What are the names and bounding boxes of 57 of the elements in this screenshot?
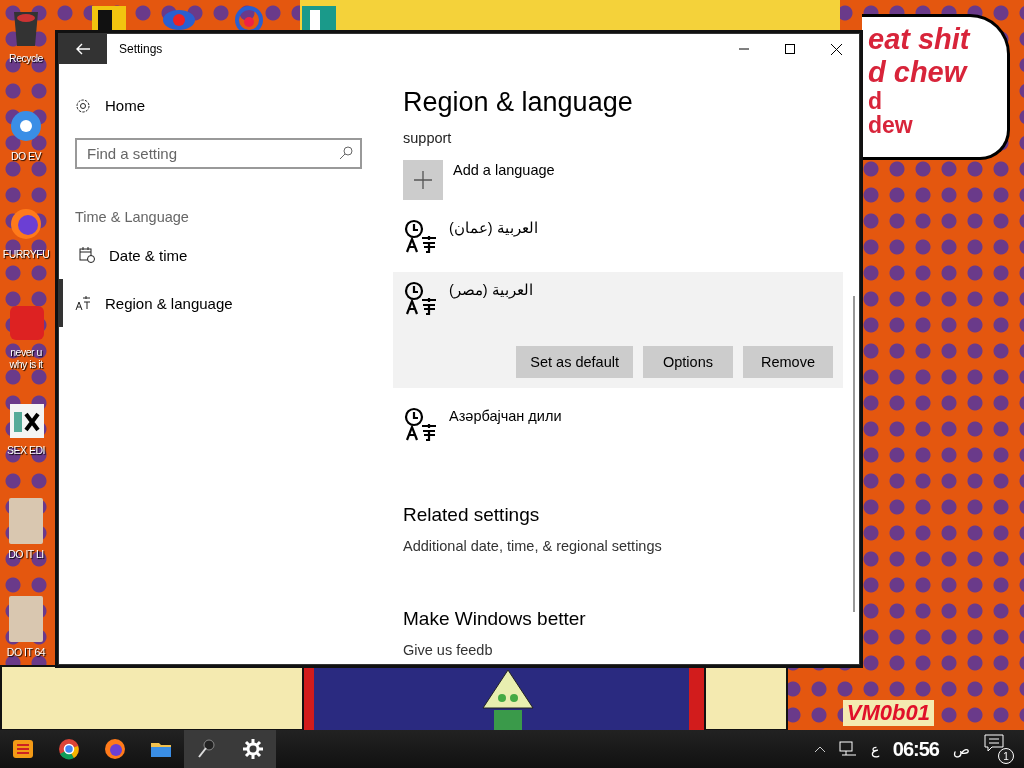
section-label: Time & Language — [75, 209, 190, 225]
scrollbar-thumb[interactable] — [853, 296, 855, 612]
bubble-text: d chew — [868, 56, 969, 89]
back-arrow-icon — [76, 43, 90, 55]
window-title: Settings — [119, 42, 164, 56]
plus-icon — [414, 171, 432, 189]
icon-label[interactable]: DO IT 64 — [6, 646, 46, 659]
language-clock-icon — [403, 406, 439, 442]
bubble-text: eat shit — [868, 23, 972, 56]
add-language-button[interactable]: Add a language — [403, 160, 833, 200]
nav-item[interactable]: Date & time — [59, 231, 381, 279]
taskbar-button[interactable] — [230, 730, 276, 768]
search-field[interactable]: Find a setting — [75, 138, 362, 169]
language-action-button[interactable]: Set as default — [516, 346, 633, 378]
notification-button[interactable]: 1 — [984, 734, 1014, 764]
icon-label[interactable]: DO EV — [10, 150, 42, 163]
search-icon[interactable] — [339, 146, 353, 160]
network-icon[interactable] — [838, 741, 857, 757]
notification-count: 1 — [998, 748, 1014, 764]
caret-icon[interactable] — [814, 746, 825, 752]
language-name: العربية (عمان) — [449, 220, 538, 236]
browser-icon[interactable] — [57, 737, 81, 761]
wallpaper-text: VM0b01 — [842, 700, 934, 726]
language-clock-icon — [403, 280, 439, 316]
language-name: Азәрбајчан дили — [449, 408, 562, 424]
page-heading: Region & language — [403, 86, 634, 118]
home-nav-item[interactable]: Home — [75, 97, 381, 114]
language-clock-icon — [403, 218, 439, 254]
icon-label[interactable]: never u why is it — [9, 346, 43, 371]
language-action-button[interactable]: Options — [643, 346, 733, 378]
clock-time[interactable]: 06:56 — [892, 737, 939, 761]
language-icon — [75, 295, 91, 311]
icon-label[interactable]: FURRYFU — [2, 248, 50, 261]
section-heading: Related settings — [403, 504, 541, 526]
maximize-icon — [785, 44, 795, 54]
close-icon — [830, 43, 842, 55]
bubble-text: dew — [868, 113, 914, 137]
language-name: العربية (مصر) — [449, 282, 533, 298]
feedback-link[interactable]: Give us feedb — [403, 642, 493, 658]
language-action-button[interactable]: Remove — [743, 346, 833, 378]
input-indicator[interactable]: ع — [870, 741, 879, 757]
settings-link[interactable]: Additional date, time, & regional settings — [403, 538, 662, 554]
calendar-icon — [79, 247, 95, 263]
settings-icon[interactable] — [241, 737, 265, 761]
nav-item[interactable]: Region & language — [59, 279, 381, 327]
bubble-text: d — [868, 89, 884, 113]
language-item[interactable]: العربية (عمان) — [393, 210, 843, 262]
icon-label[interactable]: Recycle — [9, 52, 43, 65]
clock-period[interactable]: ص — [953, 741, 970, 757]
message-icon — [984, 734, 1004, 752]
start-icon[interactable] — [11, 737, 35, 761]
back-button[interactable] — [59, 34, 107, 64]
section-heading: Make Windows better — [403, 608, 587, 630]
browser-icon[interactable] — [103, 737, 127, 761]
language-item[interactable]: Азәрбајчан дили — [393, 398, 843, 450]
description-text: support — [403, 130, 453, 146]
gear-icon — [75, 97, 91, 114]
